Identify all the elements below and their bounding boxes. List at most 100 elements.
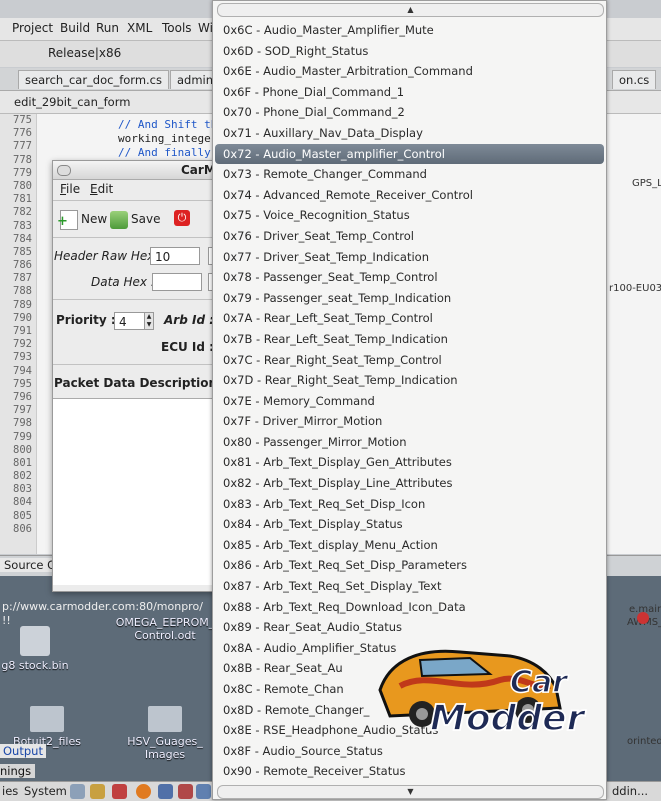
tab-search-car-doc-form[interactable]: search_car_doc_form.cs [18,70,169,89]
menu-build[interactable]: Build [60,21,90,35]
dropdown-option[interactable]: 0x84 - Arb_Text_Display_Status [215,514,604,535]
terminal-icon[interactable] [70,784,85,799]
arb-id-label: Arb Id : [164,313,215,327]
save-icon [110,210,128,229]
dropdown-option[interactable]: 0x72 - Audio_Master_amplifier_Control [215,143,604,165]
build-config-select[interactable]: Release|x86 [48,46,121,60]
firefox-icon[interactable] [136,784,151,799]
taskbar-applications[interactable]: ies [2,784,18,798]
carmodder-logo: Car Modder [360,630,660,740]
dropdown-option[interactable]: 0x88 - Arb_Text_Req_Download_Icon_Data [215,597,604,618]
line-number: 789 [13,298,32,311]
folder-icon [148,706,182,732]
dropdown-option[interactable]: 0x81 - Arb_Text_Display_Gen_Attributes [215,452,604,473]
menu-window[interactable]: Wi [198,21,213,35]
dropdown-option[interactable]: 0x6D - SOD_Right_Status [215,41,604,62]
dropdown-option[interactable]: 0x7B - Rear_Left_Seat_Temp_Indication [215,329,604,350]
status-left: nings [0,764,36,778]
line-number: 801 [13,456,32,469]
dropdown-option[interactable]: 0x78 - Passenger_Seat_Temp_Control [215,267,604,288]
carmodder-window: CarMo File Edit New Save ⏻ Header Raw He… [52,160,226,592]
menu-file[interactable]: File [60,182,80,196]
scroll-down-button[interactable]: ▼ [217,785,604,799]
line-number: 785 [13,245,32,258]
desktop-file-g8-stock[interactable]: g8 stock.bin [0,626,90,672]
desktop-folder-botuit2[interactable]: Botuit2_files [0,706,102,748]
scroll-up-button[interactable]: ▲ [217,3,604,17]
dropdown-option[interactable]: 0x85 - Arb_Text_display_Menu_Action [215,535,604,556]
dropdown-option[interactable]: 0x73 - Remote_Changer_Command [215,164,604,185]
mail-icon[interactable] [90,784,105,799]
line-number: 780 [13,179,32,192]
priority-input[interactable]: 4 [114,312,145,330]
dropdown-option[interactable]: 0x6C - Audio_Master_Amplifier_Mute [215,20,604,41]
menu-tools[interactable]: Tools [162,21,192,35]
line-number: 805 [13,509,32,522]
divider [53,364,223,365]
dropdown-option[interactable]: 0x82 - Arb_Text_Display_Line_Attributes [215,473,604,494]
dropdown-option[interactable]: 0x90 - Remote_Receiver_Status [215,761,604,782]
dropdown-option[interactable]: 0x6E - Audio_Master_Arbitration_Command [215,61,604,82]
dropdown-option[interactable]: 0x79 - Passenger_seat_Temp_Indication [215,288,604,309]
code-text: // And Shift th working_integer // And f… [118,118,217,160]
priority-stepper[interactable]: ▲ ▼ [144,312,154,330]
line-number: 803 [13,483,32,496]
menu-project[interactable]: Project [12,21,53,35]
output-tab[interactable]: Output [0,744,46,758]
header-raw-hex-input[interactable]: 10 [150,247,200,265]
app-icon[interactable] [178,784,193,799]
dropdown-option[interactable]: 0x87 - Arb_Text_Req_Set_Display_Text [215,576,604,597]
dropdown-option[interactable]: 0x76 - Driver_Seat_Temp_Control [215,226,604,247]
desktop-folder-hsv-guages[interactable]: HSV_Guages_ Images [110,706,220,761]
dropdown-option[interactable]: 0x86 - Arb_Text_Req_Set_Disp_Parameters [215,555,604,576]
desktop-file-omega-eeprom[interactable]: OMEGA_EEPROM_ Control.odt [110,616,220,642]
divider [53,200,223,201]
dropdown-option[interactable]: 0x7F - Driver_Mirror_Motion [215,411,604,432]
line-number: 794 [13,364,32,377]
file-icon [20,626,50,656]
folder-icon [30,706,64,732]
code-line: // And Shift th [118,118,218,131]
dropdown-option[interactable]: 0x7D - Rear_Right_Seat_Temp_Indication [215,370,604,391]
line-number: 788 [13,285,32,298]
window-close-icon[interactable] [57,165,71,176]
dropdown-option[interactable]: 0x71 - Auxillary_Nav_Data_Display [215,123,604,144]
dropdown-option[interactable]: 0x6F - Phone_Dial_Command_1 [215,82,604,103]
app-icon[interactable] [196,784,211,799]
line-number: 793 [13,351,32,364]
line-number: 798 [13,417,32,430]
menu-run[interactable]: Run [96,21,119,35]
dropdown-option[interactable]: 0x7A - Rear_Left_Seat_Temp_Control [215,308,604,329]
new-button[interactable]: New [57,206,107,235]
line-number: 783 [13,219,32,232]
dropdown-option[interactable]: 0x80 - Passenger_Mirror_Motion [215,432,604,453]
line-number: 782 [13,206,32,219]
dropdown-option[interactable]: 0x7C - Rear_Right_Seat_Temp_Control [215,350,604,371]
line-number: 800 [13,443,32,456]
menu-edit[interactable]: Edit [90,182,113,196]
dropdown-option[interactable]: 0x7E - Memory_Command [215,391,604,412]
dropdown-option[interactable]: 0x83 - Arb_Text_Req_Set_Disp_Icon [215,494,604,515]
save-button[interactable]: Save [110,206,160,232]
line-number: 804 [13,496,32,509]
file-label: GPS_Log2 [632,178,661,189]
packet-desc-textarea[interactable] [53,398,221,585]
data-hex-input[interactable] [152,273,202,291]
file-label: r100-EU03 [609,283,661,294]
dropdown-option[interactable]: 0x8F - Audio_Source_Status [215,741,604,762]
dropdown-option[interactable]: 0x70 - Phone_Dial_Command_2 [215,102,604,123]
app-icon[interactable] [158,784,173,799]
desktop-item-label: g8 stock.bin [1,659,69,672]
taskbar-system[interactable]: System [24,784,67,798]
car-icon[interactable] [112,784,127,799]
close-icon[interactable] [637,612,649,624]
line-number: 787 [13,272,32,285]
dropdown-option[interactable]: 0x75 - Voice_Recognition_Status [215,205,604,226]
breadcrumb[interactable]: edit_29bit_can_form [14,95,130,109]
menu-xml[interactable]: XML [127,21,152,35]
dropdown-option[interactable]: 0x77 - Driver_Seat_Temp_Indication [215,247,604,268]
data-hex-label: Data Hex : [91,275,155,289]
power-icon[interactable]: ⏻ [174,210,190,226]
line-number: 792 [13,338,32,351]
dropdown-option[interactable]: 0x74 - Advanced_Remote_Receiver_Control [215,185,604,206]
